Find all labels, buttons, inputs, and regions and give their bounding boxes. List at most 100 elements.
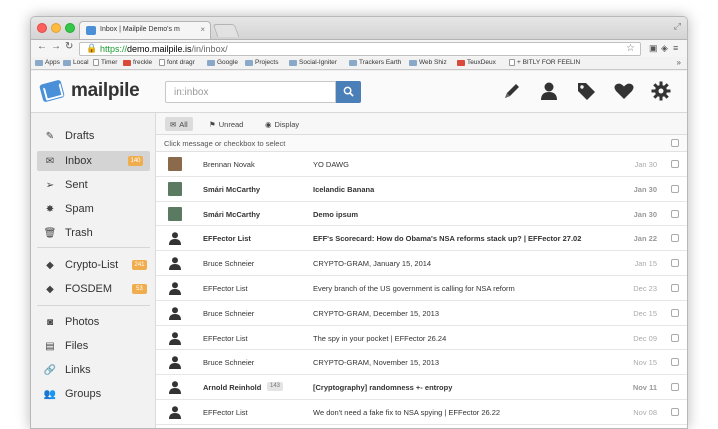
avatar xyxy=(168,206,182,221)
message-row[interactable]: Smári McCarthy Icelandic Banana Jan 30 xyxy=(156,177,687,202)
message-from: EFFector List xyxy=(203,234,251,244)
folder-icon xyxy=(289,59,297,66)
bookmark-web-shiz[interactable]: Web Shiz xyxy=(409,59,447,66)
sidebar-item-label: Groups xyxy=(65,388,102,400)
teuxdeux-icon xyxy=(457,59,465,66)
bookmark-bitly[interactable]: + BITLY FOR FEELIN xyxy=(509,59,580,66)
crypto-list-count-badge: 241 xyxy=(132,260,147,270)
message-from: Bruce Schneier xyxy=(203,259,255,269)
message-checkbox[interactable] xyxy=(671,259,679,268)
maximize-window-button[interactable] xyxy=(65,23,75,33)
tab-close-icon[interactable]: × xyxy=(200,25,205,34)
message-date: Dec 23 xyxy=(633,284,657,293)
message-row[interactable]: EFFector List The spy in your pocket | EF… xyxy=(156,326,687,351)
message-row[interactable]: Smári McCarthy Demo ipsum Jan 30 xyxy=(156,202,687,227)
sidebar-item-label: Trash xyxy=(65,227,93,239)
message-row[interactable]: EFFector List We don't need a fake fix to… xyxy=(156,400,687,425)
tag-icon: ◆ xyxy=(46,259,54,271)
message-row[interactable]: EFFector List Every branch of the US gove… xyxy=(156,276,687,301)
bookmark-projects[interactable]: Projects xyxy=(245,59,278,66)
favorites-heart-icon[interactable] xyxy=(613,80,635,102)
close-window-button[interactable] xyxy=(37,23,47,33)
fullscreen-icon[interactable]: ⤢ xyxy=(674,21,681,32)
message-row[interactable]: Bruce Schneier CRYPTO-GRAM, December 15, … xyxy=(156,301,687,326)
sidebar-item-drafts[interactable]: ✎ Drafts xyxy=(37,126,150,146)
fosdem-count-badge: 53 xyxy=(132,284,147,294)
message-row[interactable]: Bruce Schneier CRYPTO-GRAM, November 15, … xyxy=(156,350,687,376)
message-checkbox[interactable] xyxy=(671,184,679,193)
bookmark-social-igniter[interactable]: Social-Igniter xyxy=(289,59,337,66)
sidebar-item-photos[interactable]: ◙ Photos xyxy=(37,312,150,332)
extension-icon[interactable]: ▣ xyxy=(649,43,658,54)
more-bookmarks-icon[interactable]: » xyxy=(677,58,681,67)
folder-icon xyxy=(207,59,215,66)
sidebar-item-groups[interactable]: 👥 Groups xyxy=(37,384,150,404)
app-logo[interactable]: mailpile xyxy=(71,80,140,102)
envelope-icon: ✉ xyxy=(45,155,55,167)
settings-gear-icon[interactable] xyxy=(650,80,672,102)
message-checkbox[interactable] xyxy=(671,209,679,218)
contacts-person-icon[interactable] xyxy=(538,80,560,102)
sidebar-item-files[interactable]: ▤ Files xyxy=(37,336,150,356)
message-row[interactable]: EFFector List EFF's Scorecard: How do Oba… xyxy=(156,226,687,252)
address-bar[interactable]: 🔒 https://demo.mailpile.is/in/inbox/ ☆ xyxy=(79,42,641,56)
link-icon: 🔗 xyxy=(43,364,57,376)
search-input[interactable]: in:inbox xyxy=(165,81,336,103)
menu-icon[interactable]: ≡ xyxy=(673,43,678,53)
message-checkbox[interactable] xyxy=(671,284,679,292)
bookmark-local[interactable]: Local xyxy=(63,59,89,66)
bookmark-font-dragr[interactable]: font dragr xyxy=(159,59,195,66)
page-icon xyxy=(93,59,99,66)
message-checkbox[interactable] xyxy=(671,308,679,317)
bookmark-star-icon[interactable]: ☆ xyxy=(626,43,635,54)
mailpile-logo-icon[interactable] xyxy=(39,79,65,103)
bookmark-trackers-earth[interactable]: Trackers Earth xyxy=(349,59,401,66)
message-subject: YO DAWG xyxy=(313,160,349,169)
message-checkbox[interactable] xyxy=(671,333,679,342)
person-avatar-icon xyxy=(169,381,181,395)
back-icon[interactable]: ← xyxy=(37,41,47,52)
bookmark-freckle[interactable]: freckle xyxy=(123,59,152,66)
sidebar-item-trash[interactable]: 🗑 Trash xyxy=(37,223,150,243)
message-checkbox[interactable] xyxy=(671,234,679,243)
bookmark-apps[interactable]: Apps xyxy=(35,59,60,66)
bookmark-timer[interactable]: Timer xyxy=(93,59,117,66)
sidebar-item-sent[interactable]: ➢ Sent xyxy=(37,175,150,195)
display-options-button[interactable]: ◉ Display xyxy=(260,117,304,131)
search-button[interactable] xyxy=(336,81,361,103)
tags-icon[interactable] xyxy=(575,80,597,102)
message-row[interactable]: Arnold Reinhold [Cryptography] randomness… xyxy=(156,375,687,400)
message-checkbox[interactable] xyxy=(671,408,679,416)
compose-pencil-icon[interactable] xyxy=(501,80,523,102)
message-subject: The spy in your pocket | EFFector 26.24 xyxy=(313,333,447,343)
folder-icon xyxy=(409,59,417,66)
new-tab-button[interactable] xyxy=(212,24,240,37)
sidebar-item-spam[interactable]: ✸ Spam xyxy=(37,199,150,219)
sidebar-item-crypto-list[interactable]: ◆ Crypto-List 241 xyxy=(37,255,150,275)
message-row[interactable]: Bruce Schneier CRYPTO-GRAM, January 15, 2… xyxy=(156,251,687,276)
bookmark-google[interactable]: Google xyxy=(207,59,238,66)
sidebar: ✎ Drafts ✉ Inbox 140 ➢ Sent ✸ Spam 🗑 Tra… xyxy=(31,113,156,428)
select-all-checkbox[interactable] xyxy=(671,139,679,147)
message-checkbox[interactable] xyxy=(671,160,679,168)
message-row[interactable]: Brennan Novak YO DAWG Jan 30 xyxy=(156,152,687,177)
message-checkbox[interactable] xyxy=(671,383,679,392)
forward-icon[interactable]: → xyxy=(51,41,61,52)
minimize-window-button[interactable] xyxy=(51,23,61,33)
filter-unread-button[interactable]: ⚑ Unread xyxy=(204,117,248,131)
filter-all-button[interactable]: ✉ All xyxy=(165,117,193,131)
trash-icon: 🗑 xyxy=(43,227,57,239)
message-checkbox[interactable] xyxy=(671,358,679,367)
browser-tab[interactable]: Inbox | Mailpile Demo's m × xyxy=(79,21,211,39)
sidebar-item-inbox[interactable]: ✉ Inbox 140 xyxy=(37,151,150,171)
sidebar-item-links[interactable]: 🔗 Links xyxy=(37,360,150,380)
sidebar-divider xyxy=(37,305,150,306)
extension-icon[interactable]: ◈ xyxy=(661,43,668,54)
bookmark-teuxdeux[interactable]: TeuxDeux xyxy=(457,59,496,66)
message-date: Jan 30 xyxy=(634,160,657,169)
browser-window: Inbox | Mailpile Demo's m × ⤢ ← → ↻ 🔒 htt… xyxy=(30,16,688,429)
reload-icon[interactable]: ↻ xyxy=(65,41,73,52)
person-avatar-icon xyxy=(169,331,181,345)
bookmarks-bar: Apps Local Timer freckle font dragr Goog… xyxy=(31,57,687,70)
sidebar-item-fosdem[interactable]: ◆ FOSDEM 53 xyxy=(37,279,150,299)
